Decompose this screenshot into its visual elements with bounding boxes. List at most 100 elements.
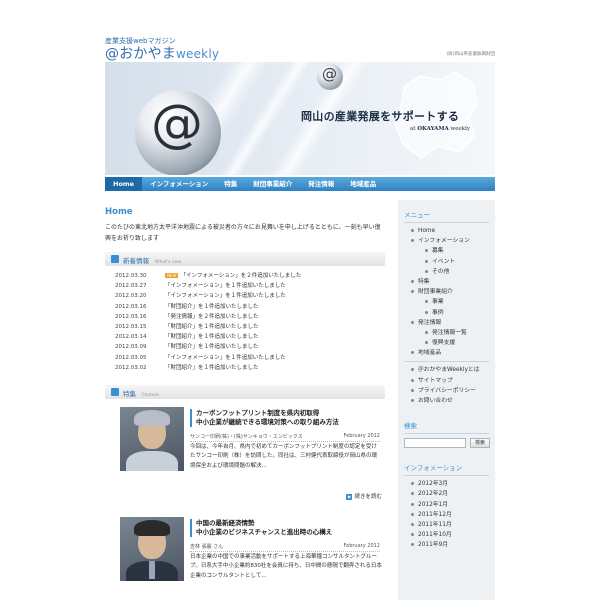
read-more-label: 続きを読む: [354, 493, 382, 500]
link-about[interactable]: ＠おかやまWeeklyとは: [411, 365, 495, 375]
news-date: 2012.03.27: [115, 283, 147, 290]
article-title[interactable]: 中国の最新経済情勢 中小企業のビジネスチャンスと進出時の心構え: [190, 518, 332, 537]
article-title-line1: 中国の最新経済情勢: [196, 518, 255, 527]
bullet-icon: [411, 290, 414, 294]
at-symbol-small: @: [322, 65, 337, 83]
news-text: 「インフォメーション」を１件追加いたしました: [165, 354, 286, 361]
news-item[interactable]: 2012.03.30 NEW 「インフォメーション」を２件追加いたしました: [115, 271, 390, 281]
news-section-en: What's new: [155, 260, 182, 265]
news-item[interactable]: 2012.03.05 「インフォメーション」を１件追加いたしました: [115, 353, 390, 363]
menu-title: メニュー: [404, 211, 430, 219]
news-section-header: 新着情報 What's new: [105, 252, 385, 266]
bullet-icon: [411, 378, 414, 382]
news-section-title: 新着情報 What's new: [123, 255, 181, 265]
news-date: 2012.03.02: [115, 364, 147, 371]
link-contact[interactable]: お問い合わせ: [411, 396, 495, 406]
menu-item-label: 募集: [432, 248, 444, 255]
news-date: 2012.03.16: [115, 303, 147, 310]
archive-item[interactable]: 2012年3月: [411, 479, 495, 489]
article-title[interactable]: カーボンフットプリント制度を県内初取得 中小企業が継続できる環境対策への取り組み方…: [190, 408, 339, 427]
menu-item-label: 発注情報: [418, 319, 442, 326]
banner-subline: at OKAYAMA weekly: [410, 126, 470, 132]
sidebar: メニュー Home インフォメーション 募集 イベント その他 特集 財団事業紹…: [398, 200, 495, 600]
bullet-icon: [411, 543, 414, 547]
archive-label: 2012年3月: [418, 481, 449, 488]
news-item[interactable]: 2012.03.14 「財団紹介」を１件追加いたしました: [115, 332, 390, 342]
article-photo[interactable]: [120, 406, 184, 471]
menu-item-local-products[interactable]: 地域産品: [411, 348, 495, 358]
photo-hair: [134, 409, 170, 426]
nav-foundation[interactable]: 財団事業紹介: [245, 177, 300, 191]
archive-label: 2011年12月: [418, 511, 452, 518]
divider: [404, 475, 489, 477]
news-item[interactable]: 2012.03.20 「インフォメーション」を１件追加いたしました: [115, 291, 390, 301]
hero-banner: @ @ 岡山の産業発展をサポートする at OKAYAMA weekly: [105, 62, 495, 175]
menu-item-recruit[interactable]: 募集: [425, 246, 495, 256]
article-meta: サンコー印刷(株)・(株)サンキョウ・エンビックス February 2012: [190, 433, 380, 442]
article-title-line2: 中小企業が継続できる環境対策への取り組み方法: [196, 417, 339, 426]
article-excerpt: 今回は、今年自月、県内で初めてカーボンフットプリント制度の認定を受けたサンコー印…: [190, 443, 378, 469]
news-item[interactable]: 2012.03.15 「財団紹介」を１件追加いたしました: [115, 322, 390, 332]
photo-body: [126, 450, 178, 471]
site-logo[interactable]: @おかやまweekly: [105, 43, 219, 63]
nav-orders[interactable]: 発注情報: [300, 177, 342, 191]
menu-item-orders[interactable]: 発注情報: [411, 318, 495, 328]
nav-local-products[interactable]: 地域産品: [342, 177, 384, 191]
archive-item[interactable]: 2011年9月: [411, 540, 495, 550]
link-label: サイトマップ: [418, 377, 453, 384]
archive-item[interactable]: 2011年10月: [411, 530, 495, 540]
article-photo[interactable]: [120, 516, 184, 581]
at-sphere-small-icon: @: [317, 64, 343, 90]
menu-item-recovery[interactable]: 復興支援: [425, 338, 495, 348]
news-item[interactable]: 2012.03.02 「財団紹介」を１件追加いたしました: [115, 363, 390, 373]
at-sphere-icon: @: [135, 90, 221, 175]
news-text: 「財団紹介」を１件追加いたしました: [165, 334, 259, 341]
menu-item-foundation[interactable]: 財団事業紹介: [411, 287, 495, 297]
menu-item-information[interactable]: インフォメーション: [411, 236, 495, 246]
archive-label: 2012年1月: [418, 501, 449, 508]
menu-item-business[interactable]: 事業: [425, 297, 495, 307]
bullet-icon: [411, 351, 414, 355]
arrow-right-icon: ▶: [346, 493, 353, 500]
bullet-icon: [425, 259, 428, 263]
read-more-link[interactable]: ▶ 続きを読む: [346, 492, 382, 500]
menu-item-cases[interactable]: 事例: [425, 308, 495, 318]
bullet-icon: [411, 320, 414, 324]
search-input[interactable]: [404, 438, 466, 449]
news-item[interactable]: 2012.03.27 「インフォメーション」を１件追加いたしました: [115, 281, 390, 291]
news-item[interactable]: 2012.03.09 「財団紹介」を１件追加いたしました: [115, 342, 390, 352]
menu-item-order-list[interactable]: 発注情報一覧: [425, 328, 495, 338]
archive-item[interactable]: 2012年2月: [411, 489, 495, 499]
feature-section-en: Feature: [142, 392, 160, 398]
news-text: 「発注情報」を２件追加いたしました: [165, 313, 259, 320]
link-sitemap[interactable]: サイトマップ: [411, 376, 495, 386]
archive-item[interactable]: 2011年11月: [411, 520, 495, 530]
divider: [404, 433, 489, 435]
news-text: 「財団紹介」を１件追加いたしました: [165, 364, 259, 371]
archive-item[interactable]: 2012年1月: [411, 500, 495, 510]
menu-item-home[interactable]: Home: [411, 226, 495, 236]
search-button[interactable]: 検索: [470, 438, 490, 449]
menu-item-label: イベント: [432, 258, 456, 265]
menu-item-event[interactable]: イベント: [425, 257, 495, 267]
article-author: 吉林 張麗 さん: [190, 543, 224, 550]
menu-item-feature[interactable]: 特集: [411, 277, 495, 287]
menu-item-label: 発注情報一覧: [432, 329, 467, 336]
menu-item-other[interactable]: その他: [425, 267, 495, 277]
news-date: 2012.03.09: [115, 344, 147, 351]
bullet-icon: [425, 341, 428, 345]
archive-label: 2011年9月: [418, 542, 449, 549]
nav-home[interactable]: Home: [105, 177, 143, 191]
nav-feature[interactable]: 特集: [216, 177, 245, 191]
news-item[interactable]: 2012.03.16 「発注情報」を２件追加いたしました: [115, 312, 390, 322]
bullet-icon: [425, 330, 428, 334]
article-date: February 2012: [343, 432, 380, 439]
link-privacy[interactable]: プライバシーポリシー: [411, 386, 495, 396]
banner-sub-suffix: weekly: [450, 126, 470, 132]
menu-item-label: 事業: [432, 299, 444, 306]
archive-item[interactable]: 2011年12月: [411, 510, 495, 520]
news-item[interactable]: 2012.03.16 「財団紹介」を１件追加いたしました: [115, 302, 390, 312]
bullet-icon: [411, 239, 414, 243]
bullet-icon: [425, 300, 428, 304]
nav-information[interactable]: インフォメーション: [142, 177, 216, 191]
